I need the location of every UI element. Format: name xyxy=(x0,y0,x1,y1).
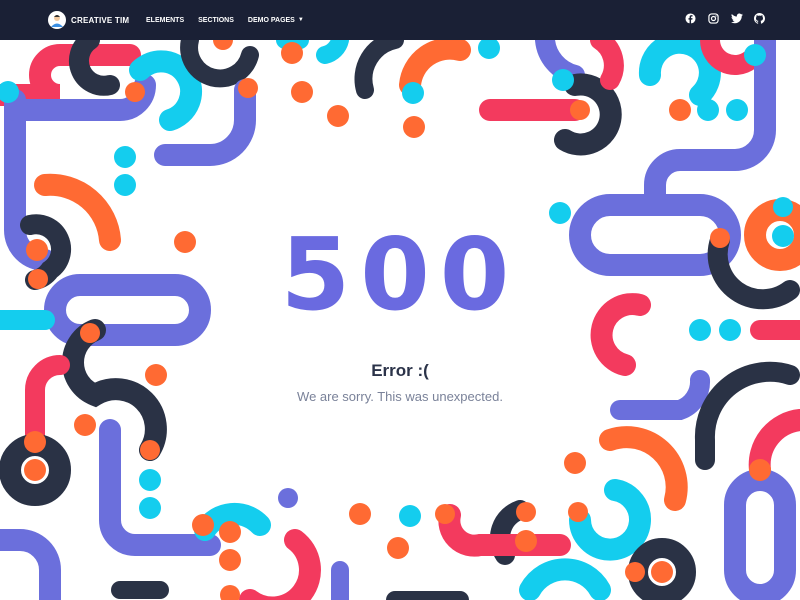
error-code: 500 xyxy=(280,216,520,333)
facebook-icon[interactable] xyxy=(684,12,697,25)
nav-item-sections[interactable]: SECTIONS xyxy=(198,17,234,24)
brand-name: CREATIVE TIM xyxy=(71,15,130,25)
nav-links: ELEMENTS SECTIONS DEMO PAGES ▼ xyxy=(146,0,318,40)
twitter-icon[interactable] xyxy=(730,12,743,25)
error-title: Error :( xyxy=(371,361,429,380)
brand-link[interactable]: CREATIVE TIM xyxy=(48,10,129,30)
error-message: We are sorry. This was unexpected. xyxy=(297,389,503,404)
nav-item-demo-pages[interactable]: DEMO PAGES ▼ xyxy=(248,17,304,24)
error-content: 500 Error :( We are sorry. This was unex… xyxy=(0,216,800,405)
nav-item-elements[interactable]: ELEMENTS xyxy=(146,17,184,24)
avatar-icon xyxy=(48,11,66,29)
github-icon[interactable] xyxy=(753,12,766,25)
caret-down-icon: ▼ xyxy=(297,17,304,23)
navbar: CREATIVE TIM ELEMENTS SECTIONS DEMO PAGE… xyxy=(0,0,800,40)
social-links xyxy=(674,12,766,25)
instagram-icon[interactable] xyxy=(707,12,720,25)
nav-item-demo-pages-label: DEMO PAGES xyxy=(247,16,295,24)
